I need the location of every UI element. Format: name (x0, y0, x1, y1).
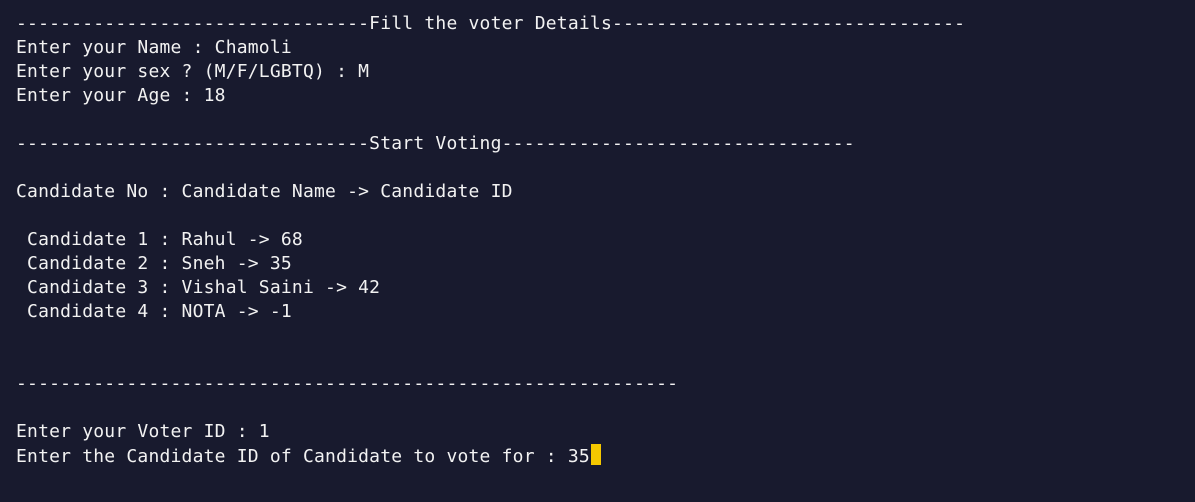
terminal-window[interactable]: --------------------------------Fill the… (0, 0, 1195, 502)
name-output-line: Enter your Name : Chamoli (16, 37, 292, 58)
text-cursor (590, 444, 601, 465)
voter-id-output-line: Enter your Voter ID : 1 (16, 421, 270, 442)
start-voting-header: --------------------------------Start Vo… (16, 133, 855, 154)
voter-details-header: --------------------------------Fill the… (16, 13, 966, 34)
separator-line: ----------------------------------------… (16, 373, 679, 394)
candidate-table-header: Candidate No : Candidate Name -> Candida… (16, 181, 513, 202)
candidate-line: Candidate 1 : Rahul -> 68 (16, 229, 303, 250)
candidate-line: Candidate 3 : Vishal Saini -> 42 (16, 277, 381, 298)
candidate-line: Candidate 2 : Sneh -> 35 (16, 253, 292, 274)
vote-prompt-text: Enter the Candidate ID of Candidate to v… (16, 446, 590, 467)
age-output-line: Enter your Age : 18 (16, 85, 226, 106)
sex-output-line: Enter your sex ? (M/F/LGBTQ) : M (16, 61, 370, 82)
candidate-line: Candidate 4 : NOTA -> -1 (16, 301, 292, 322)
vote-input-line[interactable]: Enter the Candidate ID of Candidate to v… (16, 444, 1195, 468)
